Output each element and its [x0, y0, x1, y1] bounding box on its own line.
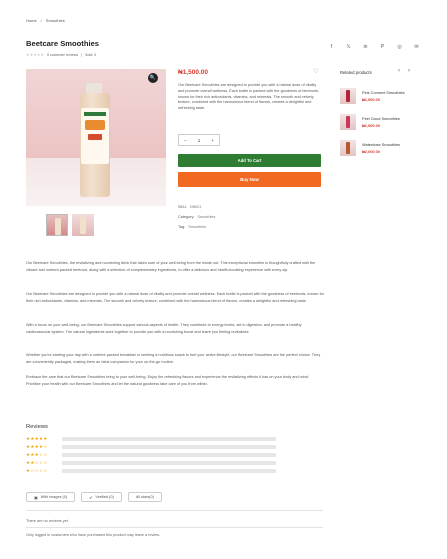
breadcrumb-separator: / [40, 18, 42, 23]
sold-count: Sold: 0 [84, 52, 97, 57]
rating-bar [62, 469, 276, 473]
filter-label: With images (0) [40, 495, 68, 499]
reviews-title: Reviews [26, 424, 48, 430]
filter-verified[interactable]: ✔ Verified (0) [81, 492, 122, 502]
rating-bar-row[interactable]: ★★☆☆☆ [26, 460, 276, 466]
product-price: ₦1,500.00 [178, 69, 208, 76]
rating-stars: ★★★★★ [26, 53, 45, 57]
rating-stars: ★☆☆☆☆ [26, 468, 48, 473]
description-paragraph: With a focus on your well-being, our Bee… [26, 323, 302, 334]
filter-label: All stars(0) [135, 495, 154, 499]
zoom-icon[interactable]: 🔍 [148, 73, 158, 83]
category-link[interactable]: Smoothies [197, 215, 215, 219]
rating-row: ★★★★★ 0 customer reviews | Sold: 0 [26, 52, 97, 58]
filter-label: Verified (0) [95, 495, 114, 499]
rating-bar [62, 437, 276, 441]
rating-bar-row[interactable]: ★★★★★ [26, 436, 276, 442]
share-icons: f 𝕏 in P ◎ ✉ [328, 44, 420, 50]
related-thumb[interactable] [340, 140, 356, 156]
wishlist-heart-icon[interactable]: ♡ [313, 68, 318, 75]
related-products-title: Related products [340, 70, 372, 75]
breadcrumb-home[interactable]: Home [26, 18, 37, 23]
description-paragraph: Whether you're starting your day with a … [26, 353, 321, 364]
bottle-brand-mark [85, 120, 105, 130]
rating-stars: ★★★★★ [26, 436, 48, 441]
related-price: ₦1,500.00 [362, 97, 380, 102]
related-name[interactable]: Peel Good Smoothies [362, 116, 400, 121]
bottle-logo-band [84, 112, 106, 116]
category-label: Category: [178, 215, 195, 219]
email-icon[interactable]: ✉ [413, 44, 420, 50]
related-name[interactable]: Waterdose Smoothies [362, 142, 400, 147]
filter-with-images[interactable]: ▣ With images (0) [26, 492, 76, 502]
chevron-right-icon[interactable]: › [408, 68, 410, 74]
divider: | [81, 52, 82, 57]
rating-bar-row[interactable]: ★☆☆☆☆ [26, 468, 276, 474]
minus-button[interactable]: − [184, 138, 187, 143]
description-paragraph: Embrace the care that our Beetcare Smoot… [26, 375, 309, 386]
facebook-icon[interactable]: f [328, 44, 335, 50]
related-price: ₦1,500.00 [362, 123, 380, 128]
review-filters: ▣ With images (0) ✔ Verified (0) All sta… [26, 492, 162, 502]
verified-icon: ✔ [89, 495, 93, 500]
quantity-stepper[interactable]: − 1 + [178, 134, 220, 146]
product-title: Beetcare Smoothies [26, 39, 100, 48]
whatsapp-icon[interactable]: ◎ [396, 44, 403, 50]
divider [26, 510, 323, 511]
bottle-flavor-tag [88, 134, 102, 140]
review-count-link[interactable]: 0 customer reviews [47, 53, 78, 57]
related-thumb[interactable] [340, 114, 356, 130]
tag-label: Tag: [178, 225, 186, 229]
add-to-cart-button[interactable]: Add To Cart [178, 154, 321, 167]
plus-button[interactable]: + [211, 138, 214, 143]
breadcrumb: Home / Smoothies [26, 18, 65, 23]
tag-row: Tag: Smoothies [178, 225, 206, 229]
sku-label: SKU: [178, 205, 187, 209]
pinterest-icon[interactable]: P [379, 44, 386, 50]
sku-value: DB001 [189, 205, 202, 209]
related-thumb[interactable] [340, 88, 356, 104]
rating-bar [62, 453, 276, 457]
related-item[interactable]: Peel Good Smoothies ₦1,500.00 [340, 114, 400, 130]
rating-stars: ★★☆☆☆ [26, 460, 48, 465]
rating-stars: ★★★★☆ [26, 444, 48, 449]
description-paragraph: Our Beetcare Smoothies are designed to p… [26, 292, 325, 303]
buy-now-button[interactable]: Buy Now [178, 172, 321, 187]
review-restriction-text: Only logged in customers who have purcha… [26, 533, 161, 537]
divider [26, 527, 323, 528]
breadcrumb-current[interactable]: Smoothies [46, 18, 65, 23]
chevron-left-icon[interactable]: ‹ [398, 68, 400, 74]
related-item[interactable]: Pink Connect Smoothies ₦1,500.00 [340, 88, 405, 104]
linkedin-icon[interactable]: in [362, 44, 369, 50]
rating-stars: ★★★☆☆ [26, 452, 48, 457]
image-icon: ▣ [34, 495, 38, 500]
no-reviews-text: There are no reviews yet. [26, 519, 69, 523]
thumbnail-2[interactable] [72, 214, 94, 236]
filter-all-stars[interactable]: All stars(0) [127, 492, 162, 502]
x-twitter-icon[interactable]: 𝕏 [345, 44, 352, 50]
quantity-value[interactable]: 1 [198, 138, 201, 143]
rating-bar [62, 445, 276, 449]
category-row: Category: Smoothies [178, 215, 215, 219]
related-nav: ‹ › [398, 68, 410, 74]
description-paragraph: Our Beetcare Smoothies, the revitalizing… [26, 261, 316, 272]
related-item[interactable]: Waterdose Smoothies ₦2,000.00 [340, 140, 400, 156]
tag-link[interactable]: Smoothies [188, 225, 206, 229]
short-description: Our Beetcare Smoothies are designed to p… [178, 83, 320, 111]
related-name[interactable]: Pink Connect Smoothies [362, 90, 405, 95]
rating-bar [62, 461, 276, 465]
related-price: ₦2,000.00 [362, 149, 380, 154]
rating-bar-row[interactable]: ★★★☆☆ [26, 452, 276, 458]
rating-bar-row[interactable]: ★★★★☆ [26, 444, 276, 450]
thumbnail-1[interactable] [46, 214, 68, 236]
sku-row: SKU: DB001 [178, 205, 202, 209]
